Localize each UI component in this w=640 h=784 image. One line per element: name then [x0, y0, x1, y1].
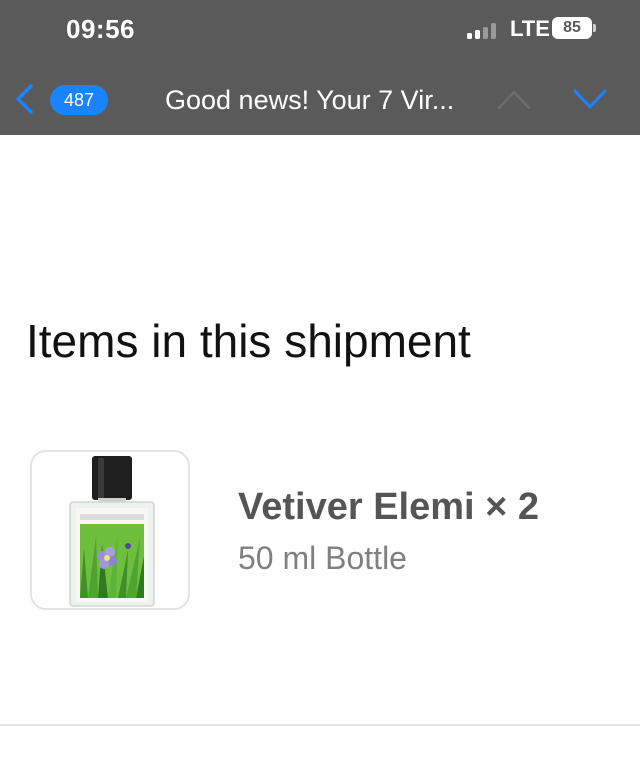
- unread-count-badge[interactable]: 487: [50, 85, 108, 115]
- battery-level: 85: [563, 19, 581, 36]
- product-name: Vetiver Elemi × 2: [238, 486, 540, 528]
- status-time: 09:56: [66, 14, 135, 44]
- next-message-icon[interactable]: [570, 86, 610, 112]
- email-subject-title: Good news! Your 7 Vir...: [165, 85, 455, 115]
- section-heading: Items in this shipment: [26, 315, 471, 367]
- top-bar: 09:56 LTE 85 487 Good news! Your 7 Vir..…: [0, 0, 640, 135]
- back-chevron-icon[interactable]: [10, 82, 40, 116]
- product-image[interactable]: [30, 450, 190, 610]
- network-type: LTE: [510, 16, 550, 41]
- cellular-signal-icon: [467, 23, 501, 39]
- product-variant: 50 ml Bottle: [238, 540, 407, 576]
- divider: [0, 724, 640, 726]
- perfume-bottle-image: [69, 456, 155, 607]
- battery-tip: [593, 24, 596, 32]
- battery-icon: 85: [552, 17, 592, 39]
- previous-message-icon[interactable]: [494, 86, 534, 112]
